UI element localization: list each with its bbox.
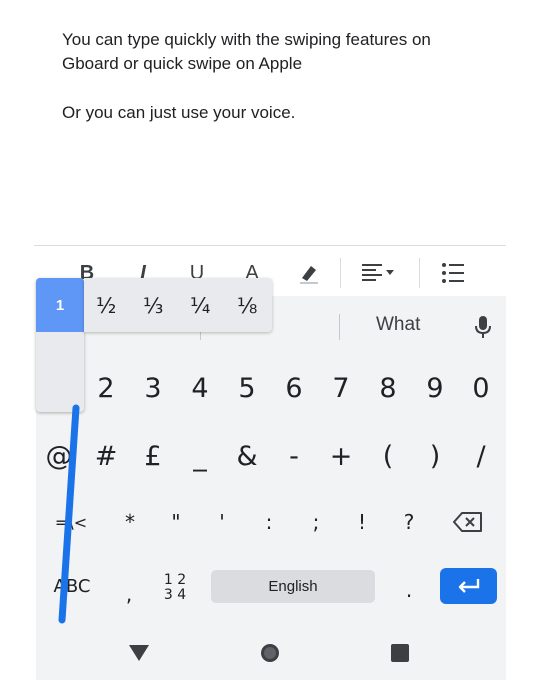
key-3[interactable]: 3 (130, 362, 176, 414)
home-circle-icon[interactable] (259, 642, 281, 669)
toolbar-separator (419, 258, 420, 288)
key-single-quote[interactable]: ' (199, 496, 245, 548)
key-4[interactable]: 4 (177, 362, 223, 414)
key-period[interactable]: . (386, 564, 432, 616)
fraction-quarter[interactable]: ¼ (190, 294, 210, 318)
key-9[interactable]: 9 (412, 362, 458, 414)
key-6[interactable]: 6 (271, 362, 317, 414)
abc-key[interactable]: ABC (46, 560, 98, 612)
numpad-key-bottom: 3 4 (163, 587, 187, 603)
key-asterisk[interactable]: * (107, 496, 153, 548)
backspace-icon[interactable] (443, 496, 493, 548)
divider (34, 245, 506, 246)
key-comma[interactable]: , (106, 568, 152, 620)
key-close-paren[interactable]: ) (412, 430, 458, 482)
fraction-eighth[interactable]: ⅛ (237, 294, 257, 318)
document-paragraph-1: You can type quickly with the swiping fe… (62, 30, 431, 73)
toolbar-separator (340, 258, 341, 288)
key-ampersand[interactable]: & (224, 430, 270, 482)
key-8[interactable]: 8 (365, 362, 411, 414)
key-semicolon[interactable]: ; (293, 496, 339, 548)
microphone-icon[interactable] (470, 314, 496, 345)
key-at[interactable]: @ (36, 430, 82, 482)
key-slash[interactable]: / (458, 430, 504, 482)
back-triangle-icon[interactable] (128, 644, 150, 667)
list-icon[interactable] (436, 252, 470, 294)
numpad-key[interactable]: 1 2 3 4 (152, 562, 198, 614)
numpad-key-top: 1 2 (163, 572, 187, 588)
key-7[interactable]: 7 (318, 362, 364, 414)
space-bar[interactable]: English (211, 570, 375, 603)
fraction-half[interactable]: ½ (96, 294, 116, 318)
key-question[interactable]: ? (386, 496, 432, 548)
key-double-quote[interactable]: " (153, 496, 199, 548)
key-pound[interactable]: £ (130, 430, 176, 482)
recents-square-icon[interactable] (391, 644, 409, 667)
document-paragraph-2: Or you can just use your voice. (62, 103, 296, 122)
key-colon[interactable]: : (246, 496, 292, 548)
more-symbols-key[interactable]: =\< (48, 496, 94, 548)
fraction-popup: ½ ⅓ ¼ ⅛ (84, 278, 272, 332)
suggestion-2[interactable]: What (376, 314, 420, 336)
suggestion-separator (339, 314, 340, 340)
popup-selected-key[interactable]: 1 (36, 278, 84, 332)
navigation-bar (36, 626, 506, 680)
key-underscore[interactable]: _ (177, 430, 223, 482)
key-0[interactable]: 0 (458, 362, 504, 414)
key-open-paren[interactable]: ( (365, 430, 411, 482)
key-5[interactable]: 5 (224, 362, 270, 414)
align-icon[interactable] (356, 252, 400, 294)
key-2[interactable]: 2 (83, 362, 129, 414)
highlighter-icon[interactable] (292, 252, 326, 294)
key-exclamation[interactable]: ! (339, 496, 385, 548)
key-hash[interactable]: # (83, 430, 129, 482)
enter-icon (458, 579, 479, 593)
enter-key[interactable] (440, 568, 497, 604)
key-plus[interactable]: + (318, 430, 364, 482)
fraction-third[interactable]: ⅓ (143, 294, 163, 318)
key-minus[interactable]: - (271, 430, 317, 482)
keyboard: The What 1 2 3 4 5 6 7 8 9 0 @ # £ _ & -… (36, 296, 506, 680)
